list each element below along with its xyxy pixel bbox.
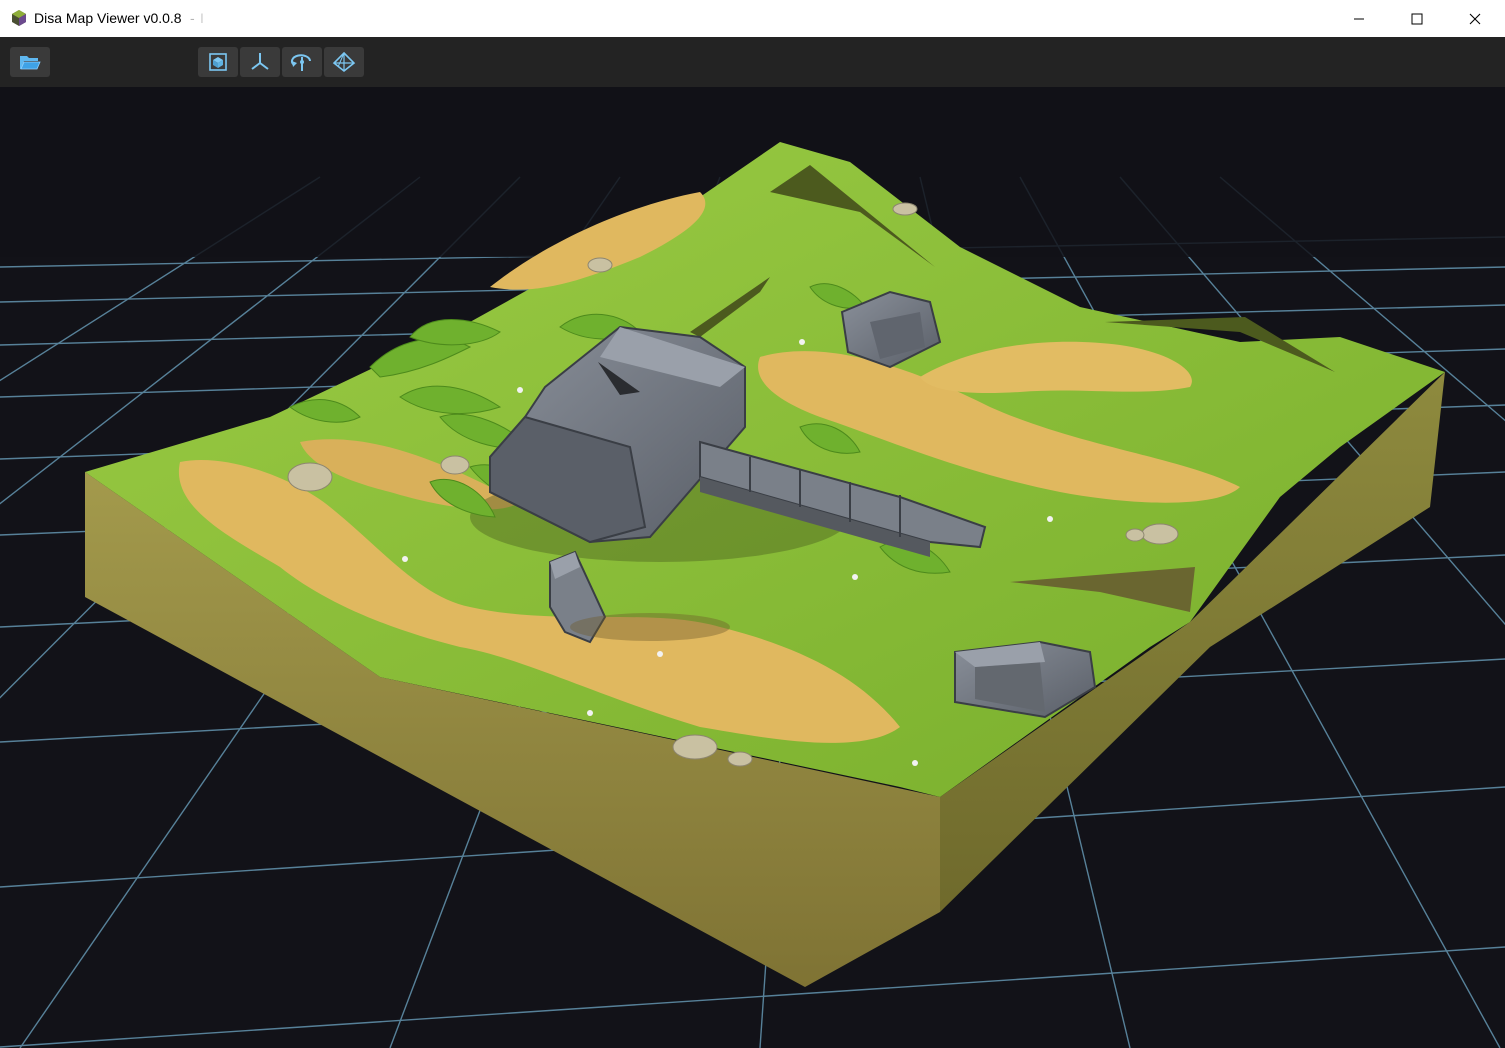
window-titlebar: Disa Map Viewer v0.0.8 - I: [0, 0, 1505, 37]
3d-viewport[interactable]: [0, 87, 1505, 1048]
axes-button[interactable]: [240, 47, 280, 77]
window-title: Disa Map Viewer v0.0.8: [34, 10, 182, 26]
orbit-button[interactable]: [282, 47, 322, 77]
minimize-icon: [1354, 18, 1364, 19]
open-folder-icon: [20, 56, 41, 70]
axes-icon: [251, 53, 269, 70]
close-icon: [1469, 13, 1481, 24]
orbit-icon: [291, 54, 311, 71]
close-button[interactable]: [1446, 0, 1504, 37]
toolbar: [0, 37, 1505, 87]
focus-camera-icon: [209, 53, 227, 71]
focus-camera-button[interactable]: [198, 47, 238, 77]
window-title-suffix: I: [200, 10, 204, 26]
wireframe-button[interactable]: [324, 47, 364, 77]
app-icon: [12, 10, 26, 26]
open-file-button[interactable]: [10, 47, 50, 77]
window-title-separator: -: [190, 10, 195, 26]
maximize-icon: [1411, 13, 1423, 24]
maximize-button[interactable]: [1388, 0, 1446, 37]
wireframe-icon: [332, 51, 356, 73]
minimize-button[interactable]: [1330, 0, 1388, 37]
terrain-block: [85, 142, 1445, 987]
scene: [0, 87, 1505, 1048]
